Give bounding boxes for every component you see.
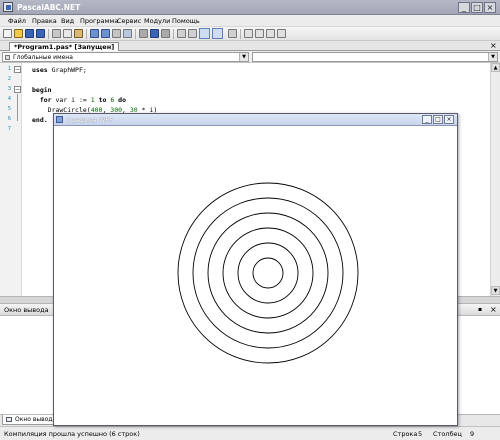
status-message: Компиляция прошла успешно (6 строк)	[4, 430, 140, 438]
cursor-line-label: Строка	[393, 430, 418, 438]
code-line: for var i := 1 to 6 do	[39, 96, 126, 104]
close-icon[interactable]: ×	[490, 305, 497, 314]
menu-edit[interactable]: Правка	[32, 17, 57, 25]
toolbar-separator	[240, 29, 241, 39]
graphics-window[interactable]: Графика WPF _ □ ×	[53, 113, 458, 426]
editor-scrollbar[interactable]: ▲ ▼	[490, 63, 500, 296]
menu-file[interactable]: Файл	[8, 17, 26, 25]
menu-modules[interactable]: Модули	[144, 17, 170, 25]
step-over-icon[interactable]	[177, 29, 186, 38]
toolbar-separator	[135, 29, 136, 39]
menu-tools[interactable]: Сервис	[117, 17, 141, 25]
line-number: 4	[7, 96, 11, 102]
circle-1	[252, 257, 284, 289]
document-tab-strip: *Program1.pas* [Запущен] ×	[0, 41, 500, 52]
graphics-close-button[interactable]: ×	[444, 115, 454, 124]
save-all-icon[interactable]	[36, 29, 45, 38]
global-names-value: Глобальные имена	[13, 54, 73, 61]
toolbar-separator	[48, 29, 49, 39]
output-tab-label: Окно вывода	[15, 416, 57, 423]
code-line: end.	[32, 116, 48, 124]
cursor-line-value: 5	[418, 430, 423, 438]
stop-icon[interactable]	[150, 29, 159, 38]
minimize-button[interactable]: _	[458, 2, 470, 13]
status-bar: Компиляция прошла успешно (6 строк) Стро…	[0, 426, 500, 440]
line-number: 3	[7, 86, 11, 92]
menu-help[interactable]: Помощь	[172, 17, 200, 25]
new-file-icon[interactable]	[3, 29, 12, 38]
step-into-icon[interactable]	[161, 29, 170, 38]
toolbar-separator	[173, 29, 174, 39]
replace-icon[interactable]	[123, 29, 132, 38]
output-window-toggle-icon[interactable]	[199, 28, 210, 39]
cursor-column-label: Столбец	[433, 430, 462, 438]
cut-icon[interactable]	[52, 29, 61, 38]
form-designer-toggle-icon[interactable]	[212, 28, 223, 39]
navigation-bar: Глобальные имена ▼ ▼	[0, 51, 500, 63]
chevron-down-icon[interactable]: ▼	[488, 53, 497, 61]
open-folder-icon[interactable]	[14, 29, 23, 38]
cursor-column-value: 9	[470, 430, 475, 438]
compile-icon[interactable]	[228, 29, 237, 38]
fold-toggle-icon[interactable]: −	[14, 66, 21, 73]
line-number: 7	[7, 126, 11, 132]
run-icon[interactable]	[139, 29, 148, 38]
line-number: 1	[7, 66, 11, 72]
fold-toggle-icon[interactable]: −	[14, 86, 21, 93]
graphics-window-title-bar[interactable]: Графика WPF _ □ ×	[54, 114, 457, 126]
indent-icon[interactable]	[244, 29, 253, 38]
circle-6	[177, 182, 359, 364]
find-icon[interactable]	[112, 29, 121, 38]
format-icon[interactable]	[277, 29, 286, 38]
graphics-window-title: Графика WPF	[67, 116, 113, 124]
copy-icon[interactable]	[63, 29, 72, 38]
code-line: begin	[32, 86, 52, 94]
menu-bar: Файл Правка Вид Программа Сервис Модули …	[0, 15, 500, 27]
app-icon	[3, 2, 13, 12]
save-icon[interactable]	[25, 29, 34, 38]
graphics-window-icon	[56, 116, 63, 123]
namespace-icon	[5, 55, 10, 60]
circle-2	[237, 242, 299, 304]
scroll-up-icon[interactable]: ▲	[491, 63, 500, 72]
circle-4	[207, 212, 329, 334]
members-combo[interactable]: ▼	[252, 52, 498, 62]
line-number: 6	[7, 116, 11, 122]
window-title: PascalABC.NET	[17, 3, 81, 12]
line-number: 2	[7, 76, 11, 82]
undo-icon[interactable]	[90, 29, 99, 38]
output-panel-title: Окно вывода	[4, 306, 49, 314]
circle-5	[192, 197, 344, 349]
redo-icon[interactable]	[101, 29, 110, 38]
outdent-icon[interactable]	[255, 29, 264, 38]
circle-3	[222, 227, 314, 319]
code-line: uses GraphWPF;	[32, 66, 87, 74]
graphics-minimize-button[interactable]: _	[422, 115, 432, 124]
debug-icon[interactable]	[188, 29, 197, 38]
pin-icon[interactable]: ▪	[478, 306, 482, 313]
paste-icon[interactable]	[74, 29, 83, 38]
close-button[interactable]: ×	[484, 2, 496, 13]
title-bar: PascalABC.NET _ □ ×	[0, 0, 500, 15]
global-names-combo[interactable]: Глобальные имена ▼	[2, 52, 249, 62]
scroll-down-icon[interactable]: ▼	[491, 286, 500, 295]
comment-icon[interactable]	[266, 29, 275, 38]
chevron-down-icon[interactable]: ▼	[239, 53, 248, 61]
close-tab-icon[interactable]: ×	[490, 42, 497, 50]
menu-view[interactable]: Вид	[61, 17, 74, 25]
line-number-gutter: 1 2 3 4 5 6 7 − −	[0, 63, 22, 296]
line-number: 5	[7, 106, 11, 112]
graphics-maximize-button[interactable]: □	[433, 115, 443, 124]
toolbar-separator	[86, 29, 87, 39]
output-window-icon	[6, 417, 12, 422]
drawing-canvas	[54, 127, 457, 425]
fold-guide	[17, 94, 18, 121]
maximize-button[interactable]: □	[471, 2, 483, 13]
menu-program[interactable]: Программа	[80, 17, 118, 25]
toolbar	[0, 27, 500, 41]
